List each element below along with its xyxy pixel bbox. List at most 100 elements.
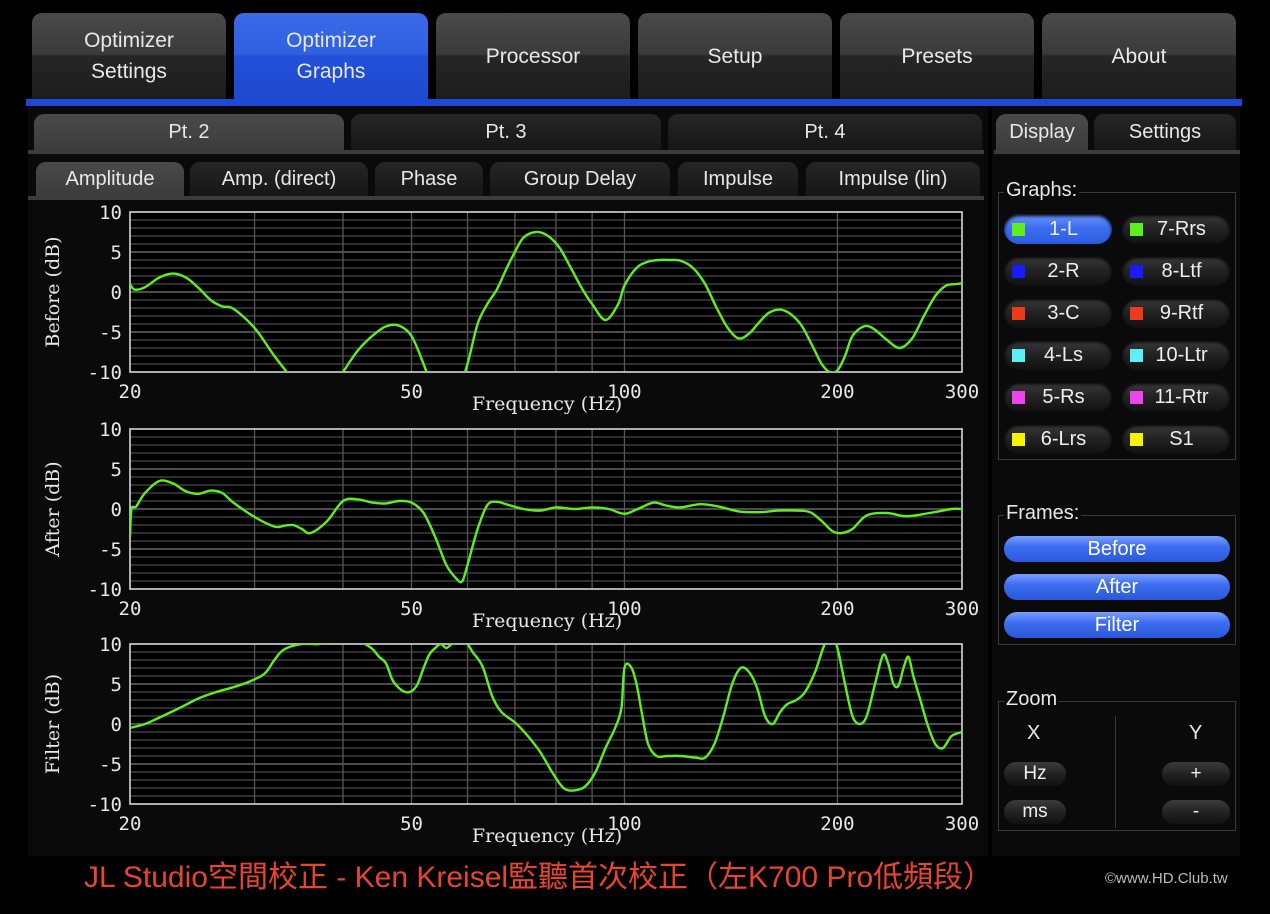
channel-label: 7-Rrs xyxy=(1157,217,1206,240)
frame-after-button[interactable]: After xyxy=(1004,574,1230,600)
channel-label: 9-Rtf xyxy=(1159,301,1204,324)
channel-color-swatch xyxy=(1130,306,1143,320)
x-axis-label: Frequency (Hz) xyxy=(472,610,622,631)
side-tabs-divider xyxy=(994,150,1240,154)
channel-color-swatch xyxy=(1012,348,1025,362)
tab-setup[interactable]: Setup xyxy=(638,13,832,99)
channel-toggle-3-c[interactable]: 3-C xyxy=(1004,298,1112,328)
channel-toggle-1-l[interactable]: 1-L xyxy=(1004,214,1112,244)
y-tick-label: 5 xyxy=(111,459,122,481)
channel-color-swatch xyxy=(1012,390,1025,404)
point-tabs-divider xyxy=(28,150,984,154)
tab-display[interactable]: Display xyxy=(996,114,1088,150)
y-tick-label: 10 xyxy=(99,419,122,441)
x-tick-label: 200 xyxy=(820,598,854,620)
tab-side-settings[interactable]: Settings xyxy=(1094,114,1236,150)
y-axis-label: Filter (dB) xyxy=(42,674,64,774)
x-tick-label: 50 xyxy=(400,813,423,835)
y-tick-label: 5 xyxy=(111,242,122,264)
channel-label: 1-L xyxy=(1049,217,1078,240)
tab-group-delay[interactable]: Group Delay xyxy=(490,162,670,196)
channel-color-swatch xyxy=(1130,390,1143,404)
x-tick-label: 300 xyxy=(945,381,979,403)
channel-toggle-6-lrs[interactable]: 6-Lrs xyxy=(1004,424,1112,454)
x-tick-label: 50 xyxy=(400,598,423,620)
y-tick-label: 0 xyxy=(111,282,122,304)
y-axis-label: Before (dB) xyxy=(42,237,64,348)
channel-toggle-2-r[interactable]: 2-R xyxy=(1004,256,1112,286)
x-tick-label: 200 xyxy=(820,813,854,835)
frame-before-button[interactable]: Before xyxy=(1004,536,1230,562)
y-tick-label: 0 xyxy=(111,499,122,521)
before-plot: 1050-5-1020 50 100 200 300Frequency (Hz)Befo… xyxy=(42,202,979,414)
channel-toggle-4-ls[interactable]: 4-Ls xyxy=(1004,340,1112,370)
zoom-y-minus-button[interactable]: - xyxy=(1162,800,1230,824)
channel-color-swatch xyxy=(1012,306,1025,320)
channel-label: 6-Lrs xyxy=(1040,427,1087,450)
y-tick-label: 10 xyxy=(99,634,122,656)
tab-amplitude[interactable]: Amplitude xyxy=(36,162,184,196)
channel-color-swatch xyxy=(1130,432,1143,446)
channel-color-swatch xyxy=(1130,264,1143,278)
channel-toggle-5-rs[interactable]: 5-Rs xyxy=(1004,382,1112,412)
tab-pt-3[interactable]: Pt. 3 xyxy=(351,114,661,150)
tab-pt-4[interactable]: Pt. 4 xyxy=(668,114,982,150)
y-tick-label: -5 xyxy=(99,322,122,344)
graphs-group-title: Graphs: xyxy=(1004,179,1080,202)
zoom-x-hz-button[interactable]: Hz xyxy=(1004,762,1066,786)
tab-impulse[interactable]: Impulse xyxy=(678,162,798,196)
x-tick-label: 300 xyxy=(945,813,979,835)
zoom-divider xyxy=(1115,716,1116,828)
channel-toggle-10-ltr[interactable]: 10-Ltr xyxy=(1122,340,1230,370)
channel-label: 4-Ls xyxy=(1044,343,1083,366)
y-tick-label: 5 xyxy=(111,674,122,696)
x-axis-label: Frequency (Hz) xyxy=(472,825,622,846)
x-tick-label: 20 xyxy=(119,381,142,403)
tab-pt-2[interactable]: Pt. 2 xyxy=(34,114,344,150)
zoom-y-label: Y xyxy=(1189,722,1203,744)
channel-color-swatch xyxy=(1012,264,1025,278)
zoom-x-ms-button[interactable]: ms xyxy=(1004,800,1066,824)
x-axis-label: Frequency (Hz) xyxy=(472,393,622,414)
zoom-y-plus-button[interactable]: + xyxy=(1162,762,1230,786)
y-tick-label: 0 xyxy=(111,714,122,736)
channel-toggle-9-rtf[interactable]: 9-Rtf xyxy=(1122,298,1230,328)
tab-phase[interactable]: Phase xyxy=(375,162,483,196)
channel-color-swatch xyxy=(1012,222,1025,236)
channel-color-swatch xyxy=(1130,348,1143,362)
channel-toggle-8-ltf[interactable]: 8-Ltf xyxy=(1122,256,1230,286)
y-tick-label: -10 xyxy=(88,362,122,384)
channel-label: 10-Ltr xyxy=(1155,343,1208,366)
y-tick-label: -10 xyxy=(88,579,122,601)
image-caption: JL Studio空間校正 - Ken Kreisel監聽首次校正（左K700 … xyxy=(84,861,994,894)
y-tick-label: -5 xyxy=(99,539,122,561)
x-tick-label: 300 xyxy=(945,598,979,620)
x-tick-label: 50 xyxy=(400,381,423,403)
watermark: ©www.HD.Club.tw xyxy=(1105,870,1228,887)
channel-color-swatch xyxy=(1130,222,1143,236)
x-tick-label: 20 xyxy=(119,598,142,620)
zoom-x-label: X xyxy=(1027,722,1041,744)
channel-label: 2-R xyxy=(1047,259,1080,282)
tab-about[interactable]: About xyxy=(1042,13,1236,99)
tab-amp-direct[interactable]: Amp. (direct) xyxy=(190,162,368,196)
channel-toggle-7-rrs[interactable]: 7-Rrs xyxy=(1122,214,1230,244)
tab-impulse-lin[interactable]: Impulse (lin) xyxy=(806,162,980,196)
channel-toggle-s1[interactable]: S1 xyxy=(1122,424,1230,454)
graph-tabs-divider xyxy=(28,196,984,200)
channel-label: 11-Rtr xyxy=(1154,385,1209,408)
tab-optimizer-settings[interactable]: Optimizer Settings xyxy=(32,13,226,99)
channel-label: 5-Rs xyxy=(1042,385,1085,408)
frames-group-title: Frames: xyxy=(1004,502,1082,525)
y-tick-label: -10 xyxy=(88,794,122,816)
tab-presets[interactable]: Presets xyxy=(840,13,1034,99)
after-plot: 1050-5-1020 50 100 200 300Frequency (Hz)Afte… xyxy=(42,419,979,631)
x-tick-label: 200 xyxy=(820,381,854,403)
frame-filter-button[interactable]: Filter xyxy=(1004,612,1230,638)
filter-plot: 1050-5-1020 50 100 200 300Frequency (Hz)Filt… xyxy=(42,634,979,846)
tab-processor[interactable]: Processor xyxy=(436,13,630,99)
channel-toggle-11-rtr[interactable]: 11-Rtr xyxy=(1122,382,1230,412)
tab-optimizer-graphs[interactable]: Optimizer Graphs xyxy=(234,13,428,99)
y-tick-label: 10 xyxy=(99,202,122,224)
channel-label: S1 xyxy=(1169,427,1194,450)
